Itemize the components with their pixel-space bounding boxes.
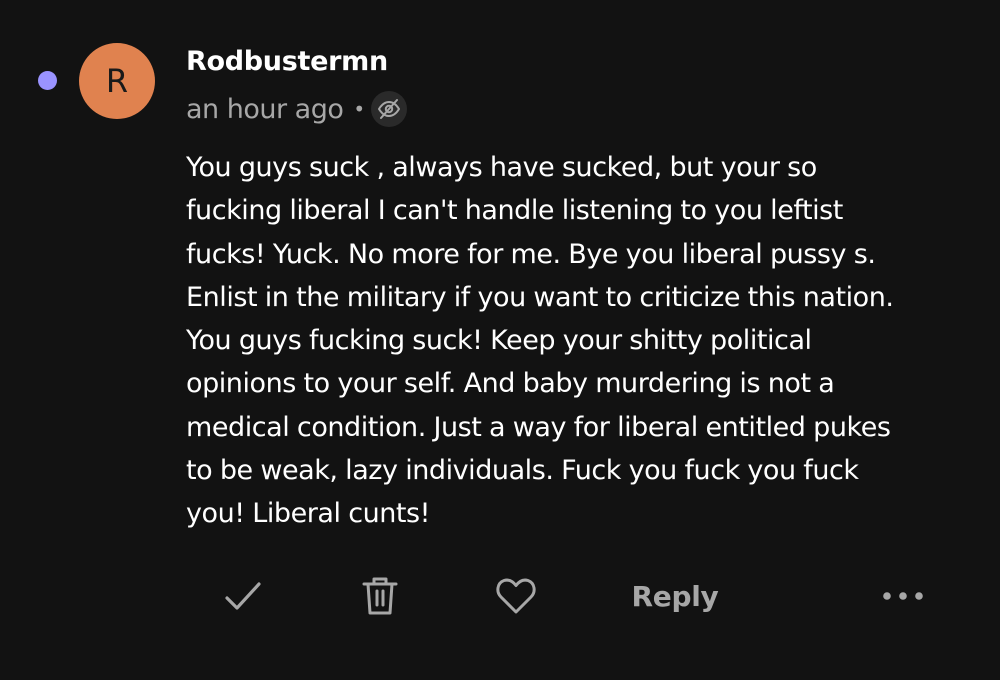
username[interactable]: Rodbustermn [186, 46, 388, 77]
eye-slash-icon[interactable] [370, 91, 407, 127]
trash-icon [362, 577, 398, 615]
comment-actions: Reply [0, 570, 1000, 622]
approve-button[interactable] [221, 570, 265, 622]
comment-meta: an hour ago • [186, 91, 407, 127]
avatar[interactable]: R [79, 43, 155, 119]
reply-button[interactable]: Reply [620, 570, 730, 622]
heart-icon [496, 578, 536, 614]
meta-separator: • [353, 97, 365, 121]
checkmark-icon [225, 582, 261, 610]
delete-button[interactable] [358, 570, 402, 622]
like-button[interactable] [493, 570, 539, 622]
more-horizontal-icon [883, 592, 923, 600]
unread-dot [38, 71, 57, 90]
avatar-initial: R [105, 62, 129, 100]
more-options-button[interactable] [878, 570, 928, 622]
comment-body: You guys suck , always have sucked, but … [186, 152, 894, 530]
timestamp: an hour ago [186, 93, 344, 125]
